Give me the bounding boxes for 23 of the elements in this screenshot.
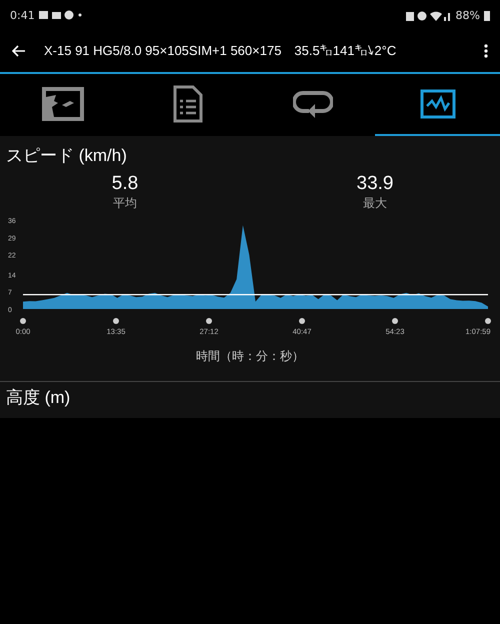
battery-percent: 88% xyxy=(456,8,480,22)
app-bar-title: X-15 91 HG5/8.0 95×105SIM+1 560×175 35.5㌔141㌔↘2°C xyxy=(44,42,398,60)
x-tick-dot xyxy=(113,318,119,324)
clock: 0:41 xyxy=(10,8,35,22)
stat-label: 平均 xyxy=(112,195,138,212)
chart-icon xyxy=(420,89,456,119)
battery-icon xyxy=(484,10,490,20)
stat-label: 最大 xyxy=(362,195,388,212)
document-icon xyxy=(172,85,202,123)
x-tick-dot xyxy=(20,318,26,324)
map-icon xyxy=(42,87,84,121)
system-icons xyxy=(406,10,452,20)
section-title: スピード (km/h) xyxy=(5,145,128,167)
x-tick-dot xyxy=(299,318,305,324)
section-title: 高度 (m) xyxy=(5,387,72,409)
stat-value: 33.9 xyxy=(356,173,394,195)
back-arrow-icon[interactable] xyxy=(12,45,26,57)
stat-value: 5.8 xyxy=(110,173,140,195)
more-menu-icon[interactable] xyxy=(484,44,488,58)
x-tick-dot xyxy=(206,318,212,324)
x-axis-title: 時間（時：分：秒） xyxy=(195,348,305,365)
x-tick-dot xyxy=(392,318,398,324)
x-tick-dot xyxy=(485,318,491,324)
